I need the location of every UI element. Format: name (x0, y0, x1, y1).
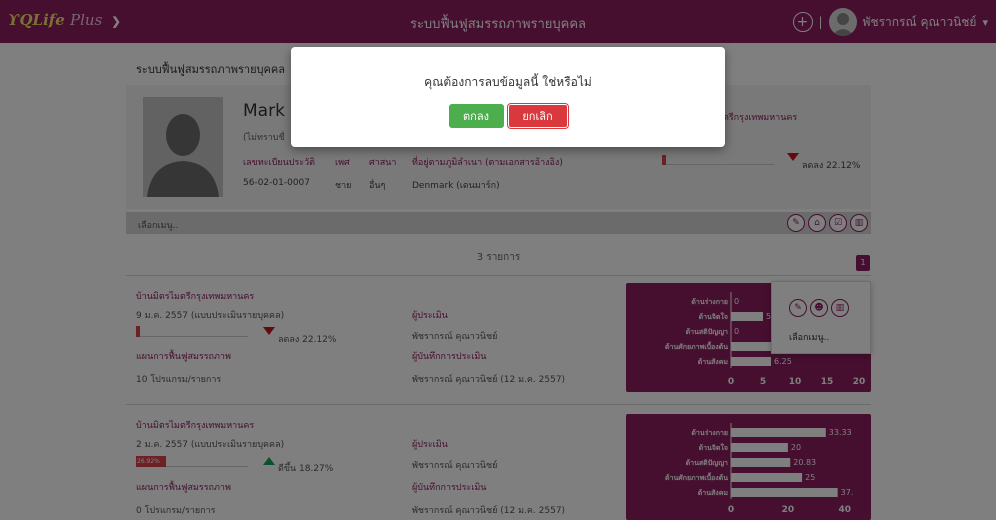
ok-button[interactable]: ตกลง (448, 104, 504, 128)
confirm-dialog: คุณต้องการลบข้อมูลนี้ ใช่หรือไม่ ตกลง ยก… (291, 47, 725, 147)
cancel-button[interactable]: ยกเลิก (507, 104, 568, 128)
dialog-message: คุณต้องการลบข้อมูลนี้ ใช่หรือไม่ (424, 75, 592, 89)
